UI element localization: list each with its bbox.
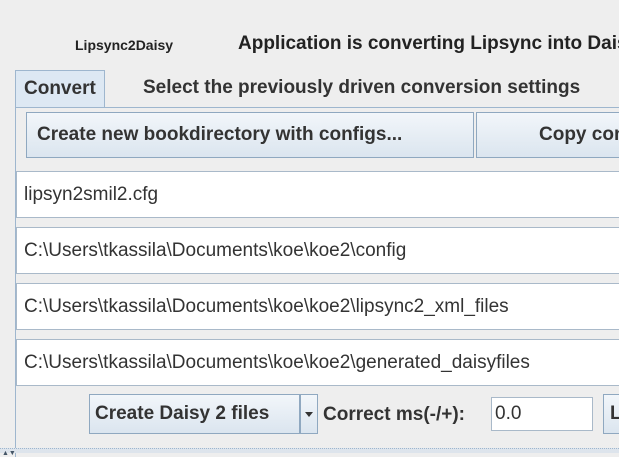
output-directory-field[interactable]: C:\Users\tkassila\Documents\koe\koe2\gen… (16, 339, 619, 386)
tab-convert[interactable]: Convert (15, 70, 105, 107)
tab-previous-settings[interactable]: Select the previously driven conversion … (129, 70, 619, 106)
load-button[interactable]: L (603, 394, 619, 434)
correct-ms-input[interactable] (491, 397, 593, 431)
app-header: Lipsync2Daisy Application is converting … (0, 0, 619, 68)
app-name-label: Lipsync2Daisy (75, 37, 174, 53)
create-bookdirectory-button[interactable]: Create new bookdirectory with configs... (26, 112, 474, 158)
config-file-field[interactable]: lipsyn2smil2.cfg (16, 171, 619, 218)
correct-ms-label: Correct ms(-/+): (323, 404, 465, 425)
create-daisy-button[interactable]: Create Daisy 2 files (89, 394, 300, 434)
main-window: Lipsync2Daisy Application is converting … (0, 0, 619, 457)
xml-directory-field[interactable]: C:\Users\tkassila\Documents\koe\koe2\lip… (16, 283, 619, 330)
app-description: Application is converting Lipsync into D… (238, 33, 619, 54)
split-pane-divider[interactable] (0, 448, 619, 453)
create-daisy-dropdown[interactable] (300, 394, 318, 434)
tab-strip: Convert Select the previously driven con… (15, 70, 619, 108)
split-arrows-icon[interactable]: ▲▼ (2, 450, 16, 457)
config-directory-field[interactable]: C:\Users\tkassila\Documents\koe\koe2\con… (16, 227, 619, 274)
copy-config-button[interactable]: Copy config (476, 112, 619, 158)
chevron-down-icon (305, 412, 313, 417)
